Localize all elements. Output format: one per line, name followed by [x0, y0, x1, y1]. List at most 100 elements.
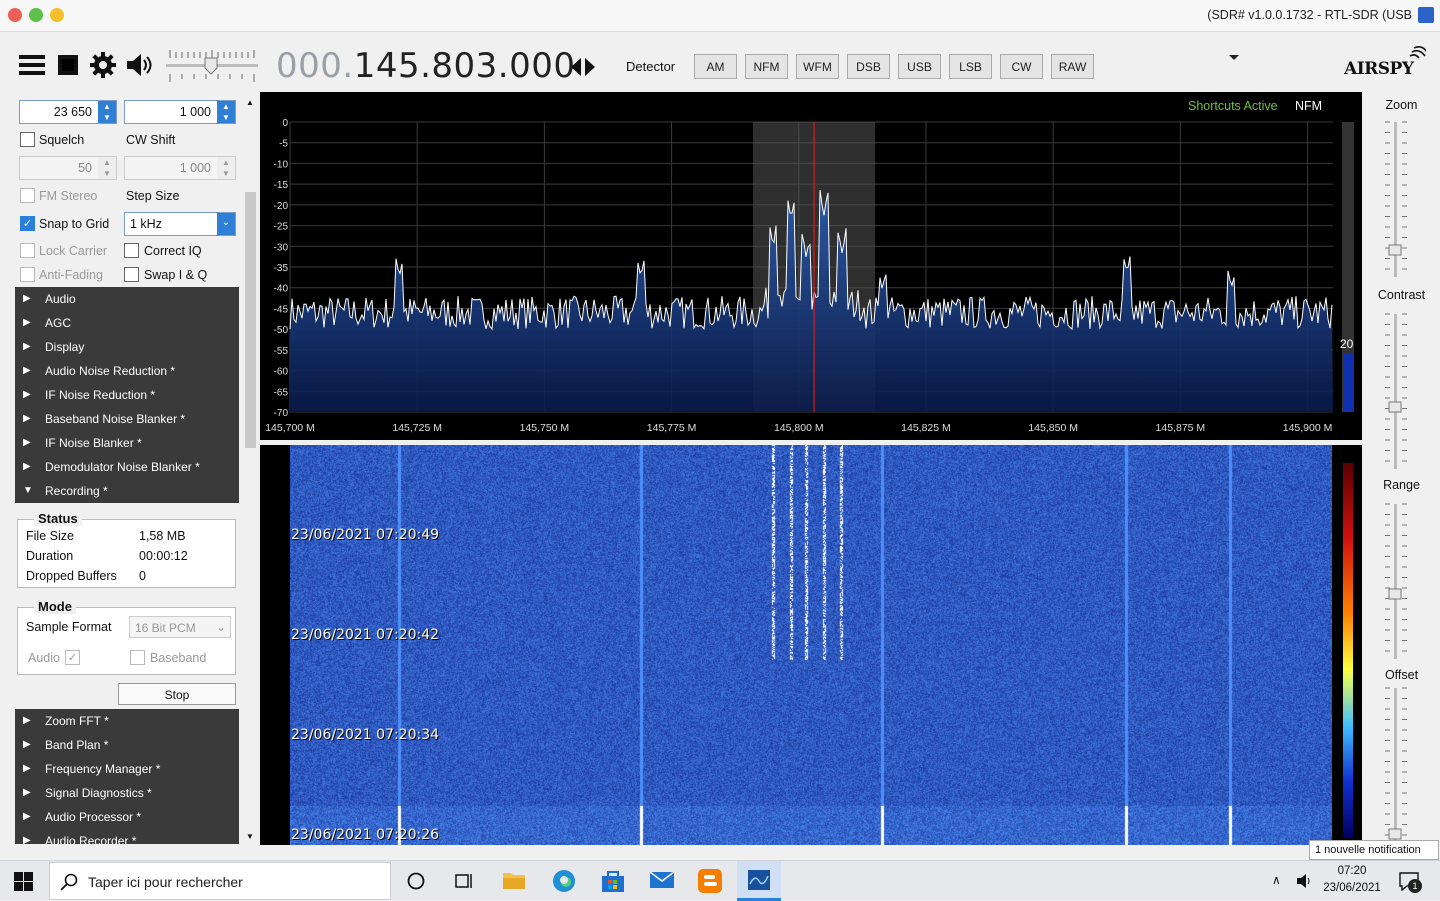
- mode-button-nfm[interactable]: NFM: [745, 54, 788, 79]
- sdrsharp-taskbar-button[interactable]: [737, 861, 781, 901]
- panel-if-noise-reduction[interactable]: ▶ IF Noise Reduction *: [15, 383, 239, 407]
- sidebar-scrollbar[interactable]: ▲ ▼: [243, 96, 258, 844]
- contrast-slider[interactable]: [1385, 313, 1407, 469]
- waterfall-display[interactable]: 23/06/2021 07:20:49 23/06/2021 07:20:42 23…: [260, 445, 1362, 845]
- minimize-window-icon[interactable]: [50, 8, 64, 22]
- mode-button-am[interactable]: AM: [694, 54, 737, 79]
- squelch-input[interactable]: 50 ▲ ▼: [19, 156, 117, 180]
- panel-band-plan[interactable]: ▶ Band Plan *: [15, 733, 239, 757]
- scroll-down-icon[interactable]: ▼: [246, 832, 254, 841]
- db-tick-label: -10: [274, 159, 289, 170]
- app-icon: [1418, 7, 1434, 23]
- audio-checkbox[interactable]: ✓: [65, 650, 80, 665]
- gear-icon[interactable]: [88, 50, 118, 80]
- windows-start-icon[interactable]: [14, 872, 34, 895]
- db-tick-label: -45: [274, 304, 289, 315]
- triangle-right-icon: ▶: [23, 437, 31, 448]
- clock-date[interactable]: 23/06/2021: [1320, 882, 1384, 894]
- panel-audio-processor[interactable]: ▶ Audio Processor *: [15, 805, 239, 829]
- db-tick-label: -35: [274, 263, 289, 274]
- frequency-tick-label: 145,725 M: [392, 422, 442, 434]
- blogger-app-icon[interactable]: [697, 868, 723, 897]
- edge-browser-icon[interactable]: [551, 868, 577, 897]
- bandwidth-input[interactable]: 23 650 ▲ ▼: [19, 100, 117, 124]
- panel-audio[interactable]: ▶ Audio: [15, 287, 239, 311]
- volume-tray-icon[interactable]: [1295, 872, 1313, 893]
- frequency-tick-label: 145,800 M: [774, 422, 824, 434]
- correct-iq-checkbox[interactable]: [124, 243, 139, 258]
- panel-audio-recorder[interactable]: ▶ Audio Recorder *: [15, 829, 239, 844]
- scrollbar-thumb[interactable]: [245, 192, 256, 448]
- frequency-display[interactable]: 000.145.803.000: [276, 46, 576, 86]
- status-value: 00:00:12: [139, 549, 188, 563]
- db-tick-label: -30: [274, 242, 289, 253]
- cortana-icon[interactable]: [406, 871, 426, 894]
- snap-to-grid-checkbox[interactable]: ✓: [20, 216, 35, 231]
- mode-button-raw[interactable]: RAW: [1051, 54, 1094, 79]
- mode-button-usb[interactable]: USB: [898, 54, 941, 79]
- panel-demodulator-noise-blanker[interactable]: ▶ Demodulator Noise Blanker *: [15, 455, 239, 479]
- triangle-right-icon: ▶: [23, 365, 31, 376]
- scroll-up-icon[interactable]: ▲: [246, 98, 254, 107]
- frequency-tick-label: 145,900 M: [1283, 422, 1333, 434]
- tune-arrows-icon[interactable]: [568, 54, 598, 80]
- offset-slider[interactable]: [1385, 687, 1407, 843]
- fm-stereo-checkbox[interactable]: [20, 188, 35, 203]
- maximize-window-icon[interactable]: [29, 8, 43, 22]
- chevron-up-icon[interactable]: ∧: [1272, 873, 1281, 887]
- file-explorer-icon[interactable]: [502, 869, 526, 894]
- chevron-down-icon: ⌄: [215, 620, 226, 634]
- panel-if-noise-blanker[interactable]: ▶ IF Noise Blanker *: [15, 431, 239, 455]
- status-group: Status File Size 1,58 MB Duration 00:00:12 D…: [17, 511, 236, 588]
- dropdown-arrow-icon[interactable]: [1229, 50, 1239, 64]
- status-label: File Size: [26, 529, 74, 543]
- squelch-checkbox[interactable]: [20, 132, 35, 147]
- panel-agc[interactable]: ▶ AGC: [15, 311, 239, 335]
- level-value: 20: [1340, 337, 1354, 351]
- zoom-slider[interactable]: [1385, 121, 1407, 277]
- stop-icon[interactable]: [53, 50, 83, 80]
- panel-zoom-fft[interactable]: ▶ Zoom FFT *: [15, 709, 239, 733]
- sidebar: 23 650 ▲ ▼ 1 000 ▲ ▼ Squelch CW Shift 50 ▲ ▼ 1…: [14, 96, 258, 844]
- panel-recording[interactable]: ▼ Recording *: [15, 479, 239, 503]
- close-window-icon[interactable]: [8, 8, 22, 22]
- sample-format-select[interactable]: 16 Bit PCM ⌄: [129, 616, 231, 638]
- step-size-select[interactable]: 1 kHz ⌄: [124, 212, 236, 236]
- snap-to-grid-label: Snap to Grid: [39, 217, 110, 231]
- cw-shift-input[interactable]: 1 000 ▲ ▼: [124, 156, 236, 180]
- panel-frequency-manager[interactable]: ▶ Frequency Manager *: [15, 757, 239, 781]
- baseband-checkbox[interactable]: [130, 650, 145, 665]
- volume-slider[interactable]: [164, 46, 260, 86]
- window-title: (SDR# v1.0.0.1732 - RTL-SDR (USB: [1207, 8, 1412, 22]
- filter-order-input[interactable]: 1 000 ▲ ▼: [124, 100, 236, 124]
- range-slider[interactable]: [1385, 503, 1407, 659]
- triangle-right-icon: ▶: [23, 317, 31, 328]
- waterfall-timestamp: 23/06/2021 07:20:26: [291, 827, 440, 843]
- audio-label: Audio: [28, 651, 60, 665]
- mode-button-dsb[interactable]: DSB: [847, 54, 890, 79]
- status-label: Dropped Buffers: [26, 569, 117, 583]
- lock-carrier-checkbox[interactable]: [20, 243, 35, 258]
- menu-icon[interactable]: [17, 50, 47, 80]
- anti-fading-checkbox[interactable]: [20, 267, 35, 282]
- spectrum-display[interactable]: 0 -5 -10 -15 -20 -25 -30 -35 -40 -45 -50 -55 -60 -65 -…: [260, 92, 1362, 440]
- mode-button-cw[interactable]: CW: [1000, 54, 1043, 79]
- speaker-icon[interactable]: [124, 50, 154, 80]
- panel-signal-diagnostics[interactable]: ▶ Signal Diagnostics *: [15, 781, 239, 805]
- mail-icon[interactable]: [649, 870, 675, 893]
- detector-label: Detector: [626, 59, 676, 74]
- mode-button-lsb[interactable]: LSB: [949, 54, 992, 79]
- mode-button-wfm[interactable]: WFM: [796, 54, 839, 79]
- swap-iq-checkbox[interactable]: [124, 267, 139, 282]
- panel-audio-noise-reduction[interactable]: ▶ Audio Noise Reduction *: [15, 359, 239, 383]
- store-icon[interactable]: [600, 869, 626, 896]
- frequency-tick-label: 145,875 M: [1156, 422, 1206, 434]
- taskbar-search-box[interactable]: Taper ici pour rechercher: [49, 862, 391, 900]
- panel-baseband-noise-blanker[interactable]: ▶ Baseband Noise Blanker *: [15, 407, 239, 431]
- stop-recording-button[interactable]: Stop: [118, 683, 236, 705]
- clock-time[interactable]: 07:20: [1320, 865, 1384, 877]
- panel-display[interactable]: ▶ Display: [15, 335, 239, 359]
- step-size-label: Step Size: [126, 189, 180, 203]
- db-tick-label: -20: [274, 201, 289, 212]
- task-view-icon[interactable]: [454, 871, 474, 894]
